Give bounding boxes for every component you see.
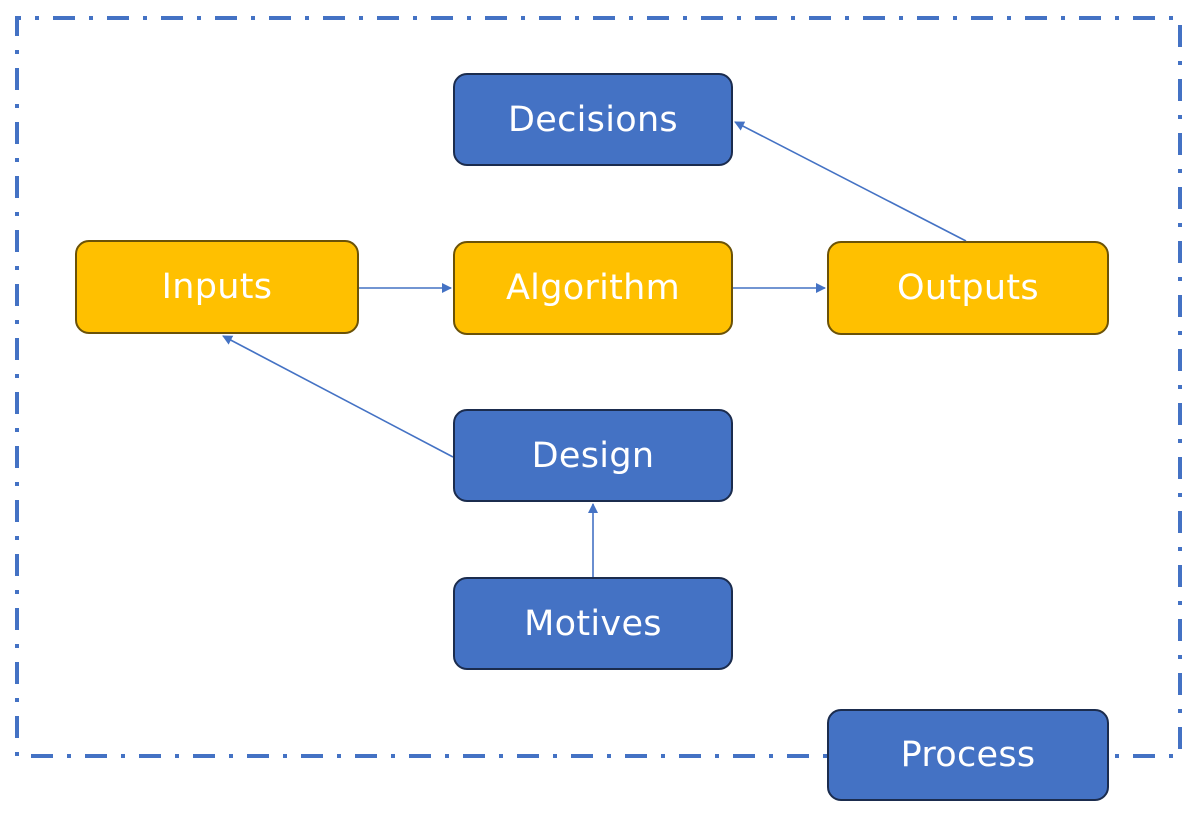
arrow-design-inputs <box>222 335 454 458</box>
edges-layer <box>222 121 967 577</box>
motives-node[interactable]: Motives <box>453 577 733 670</box>
algorithm-node[interactable]: Algorithm <box>453 241 733 335</box>
outputs-label: Outputs <box>897 268 1039 308</box>
decisions-node[interactable]: Decisions <box>453 73 733 166</box>
algorithm-label: Algorithm <box>505 268 681 308</box>
motives-label: Motives <box>524 603 662 644</box>
design-label: Design <box>531 435 655 476</box>
inputs-label: Inputs <box>161 267 273 307</box>
outputs-node[interactable]: Outputs <box>827 241 1109 335</box>
arrow-outputs-decisions <box>734 121 967 242</box>
process-node[interactable]: Process <box>827 709 1109 801</box>
design-node[interactable]: Design <box>453 409 733 502</box>
inputs-node[interactable]: Inputs <box>75 240 359 334</box>
decisions-label: Decisions <box>508 99 678 140</box>
process-label: Process <box>900 735 1036 775</box>
